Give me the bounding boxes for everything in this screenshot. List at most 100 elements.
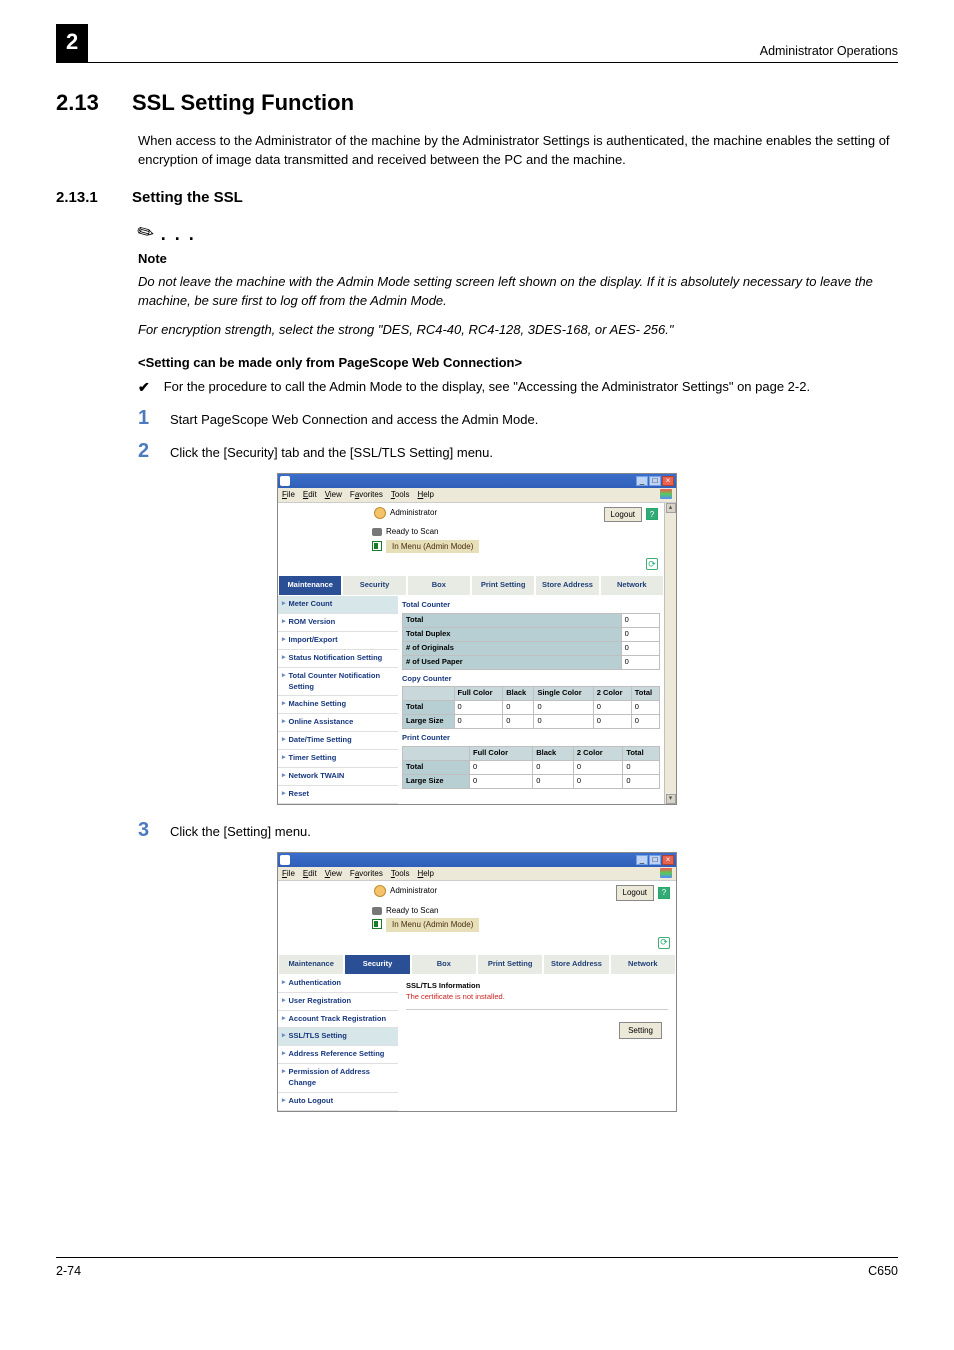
sidebar-item-network-twain[interactable]: ▸Network TWAIN (278, 768, 398, 786)
sidebar-item-address-reference-setting[interactable]: ▸Address Reference Setting (278, 1046, 398, 1064)
scroll-up-icon[interactable]: ▴ (666, 503, 676, 513)
step-1-number: 1 (138, 407, 156, 430)
sidebar-item-meter-count[interactable]: ▸Meter Count (278, 596, 398, 614)
sidebar-item-user-registration[interactable]: ▸User Registration (278, 993, 398, 1011)
tab-print-setting[interactable]: Print Setting (471, 575, 535, 596)
tab-security[interactable]: Security (344, 954, 410, 975)
print-counter-title: Print Counter (402, 733, 660, 744)
ssl-info-title: SSL/TLS Information (406, 981, 668, 992)
menu-edit[interactable]: Edit (303, 868, 317, 880)
menu-favorites[interactable]: Favorites (350, 489, 383, 501)
tab-network[interactable]: Network (600, 575, 664, 596)
role-label: Administrator (390, 507, 437, 519)
sidebar: ▸Authentication ▸User Registration ▸Acco… (278, 975, 398, 1111)
menu-view[interactable]: View (325, 489, 342, 501)
main-panel: Total Counter Total0 Total Duplex0 # of … (398, 596, 664, 804)
maximize-button[interactable]: □ (649, 855, 661, 865)
menu-file[interactable]: FFileile (282, 489, 295, 501)
footer-model: C650 (868, 1262, 898, 1280)
ie-flag-icon (660, 489, 672, 499)
doc-icon (372, 919, 382, 929)
menu-edit[interactable]: Edit (303, 489, 317, 501)
refresh-icon[interactable]: ⟳ (658, 937, 670, 949)
logout-button[interactable]: Logout (616, 885, 654, 901)
sidebar: ▸Meter Count ▸ROM Version ▸Import/Export… (278, 596, 398, 804)
print-counter-table: Full ColorBlack2 ColorTotal Total0000 La… (402, 746, 660, 789)
tab-maintenance[interactable]: Maintenance (278, 954, 344, 975)
sidebar-item-date-time[interactable]: ▸Date/Time Setting (278, 732, 398, 750)
refresh-icon[interactable]: ⟳ (646, 558, 658, 570)
main-panel: SSL/TLS Information The certificate is n… (398, 975, 676, 1111)
tab-print-setting[interactable]: Print Setting (477, 954, 543, 975)
close-button[interactable]: × (662, 476, 674, 486)
user-icon (374, 885, 386, 897)
sidebar-item-total-counter-notification[interactable]: ▸Total Counter Notification Setting (278, 668, 398, 697)
sidebar-item-reset[interactable]: ▸Reset (278, 786, 398, 804)
help-icon[interactable]: ? (646, 508, 658, 520)
section-intro: When access to the Administrator of the … (138, 132, 898, 170)
maximize-button[interactable]: □ (649, 476, 661, 486)
menu-file[interactable]: File (282, 868, 295, 880)
tab-store-address[interactable]: Store Address (535, 575, 599, 596)
section-name: SSL Setting Function (132, 90, 354, 115)
sidebar-item-authentication[interactable]: ▸Authentication (278, 975, 398, 993)
tab-box[interactable]: Box (411, 954, 477, 975)
footer-page-number: 2-74 (56, 1262, 81, 1280)
close-button[interactable]: × (662, 855, 674, 865)
tab-network[interactable]: Network (610, 954, 676, 975)
note-ellipsis: . . . (161, 221, 196, 247)
sidebar-item-timer-setting[interactable]: ▸Timer Setting (278, 750, 398, 768)
tab-bar: Maintenance Security Box Print Setting S… (278, 575, 664, 596)
sidebar-item-rom-version[interactable]: ▸ROM Version (278, 614, 398, 632)
menu-tools[interactable]: Tools (391, 868, 410, 880)
sidebar-item-machine-setting[interactable]: ▸Machine Setting (278, 696, 398, 714)
minimize-button[interactable]: _ (636, 855, 648, 865)
sidebar-item-ssl-tls-setting[interactable]: ▸SSL/TLS Setting (278, 1028, 398, 1046)
minimize-button[interactable]: _ (636, 476, 648, 486)
tab-store-address[interactable]: Store Address (543, 954, 609, 975)
step-1-text: Start PageScope Web Connection and acces… (170, 407, 538, 430)
pen-icon: ✎ (132, 217, 161, 250)
subsection-name: Setting the SSL (132, 189, 243, 206)
step-3-number: 3 (138, 819, 156, 842)
copy-counter-table: Full ColorBlackSingle Color2 ColorTotal … (402, 686, 660, 729)
menu-view[interactable]: View (325, 868, 342, 880)
menu-help[interactable]: Help (418, 868, 434, 880)
menu-tools[interactable]: Tools (391, 489, 410, 501)
status-ready: Ready to Scan (386, 526, 438, 538)
note-text-1: Do not leave the machine with the Admin … (138, 273, 898, 311)
logout-button[interactable]: Logout (604, 507, 642, 523)
tab-box[interactable]: Box (407, 575, 471, 596)
tab-maintenance[interactable]: Maintenance (278, 575, 342, 596)
sidebar-item-import-export[interactable]: ▸Import/Export (278, 632, 398, 650)
browser-menubar: FFileile Edit View Favorites Tools Help (278, 488, 676, 503)
section-number: 2.13 (56, 87, 132, 119)
window-titlebar: _ □ × (278, 474, 676, 488)
sidebar-item-auto-logout[interactable]: ▸Auto Logout (278, 1093, 398, 1111)
tab-security[interactable]: Security (342, 575, 406, 596)
status-ready: Ready to Scan (386, 905, 438, 917)
menu-favorites[interactable]: Favorites (350, 868, 383, 880)
setting-button[interactable]: Setting (619, 1022, 662, 1040)
total-counter-table: Total0 Total Duplex0 # of Originals0 # o… (402, 613, 660, 670)
screenshot-1: _ □ × FFileile Edit View Favorites Tools… (277, 473, 677, 805)
sidebar-item-account-track-registration[interactable]: ▸Account Track Registration (278, 1011, 398, 1029)
ie-icon (280, 855, 290, 865)
ie-icon (280, 476, 290, 486)
menu-help[interactable]: Help (418, 489, 434, 501)
check-text: For the procedure to call the Admin Mode… (164, 378, 810, 397)
note-label: Note (138, 250, 898, 269)
header-right-text: Administrator Operations (760, 42, 898, 62)
total-counter-title: Total Counter (402, 600, 660, 611)
setting-heading: <Setting can be made only from PageScope… (138, 354, 898, 373)
sidebar-item-permission-address-change[interactable]: ▸Permission of Address Change (278, 1064, 398, 1093)
scroll-down-icon[interactable]: ▾ (666, 794, 676, 804)
step-3-text: Click the [Setting] menu. (170, 819, 311, 842)
sidebar-item-online-assistance[interactable]: ▸Online Assistance (278, 714, 398, 732)
scrollbar[interactable]: ▴ ▾ (664, 503, 676, 804)
sidebar-item-status-notification[interactable]: ▸Status Notification Setting (278, 650, 398, 668)
copy-counter-title: Copy Counter (402, 674, 660, 685)
role-label: Administrator (390, 885, 437, 897)
step-2-number: 2 (138, 440, 156, 463)
help-icon[interactable]: ? (658, 887, 670, 899)
